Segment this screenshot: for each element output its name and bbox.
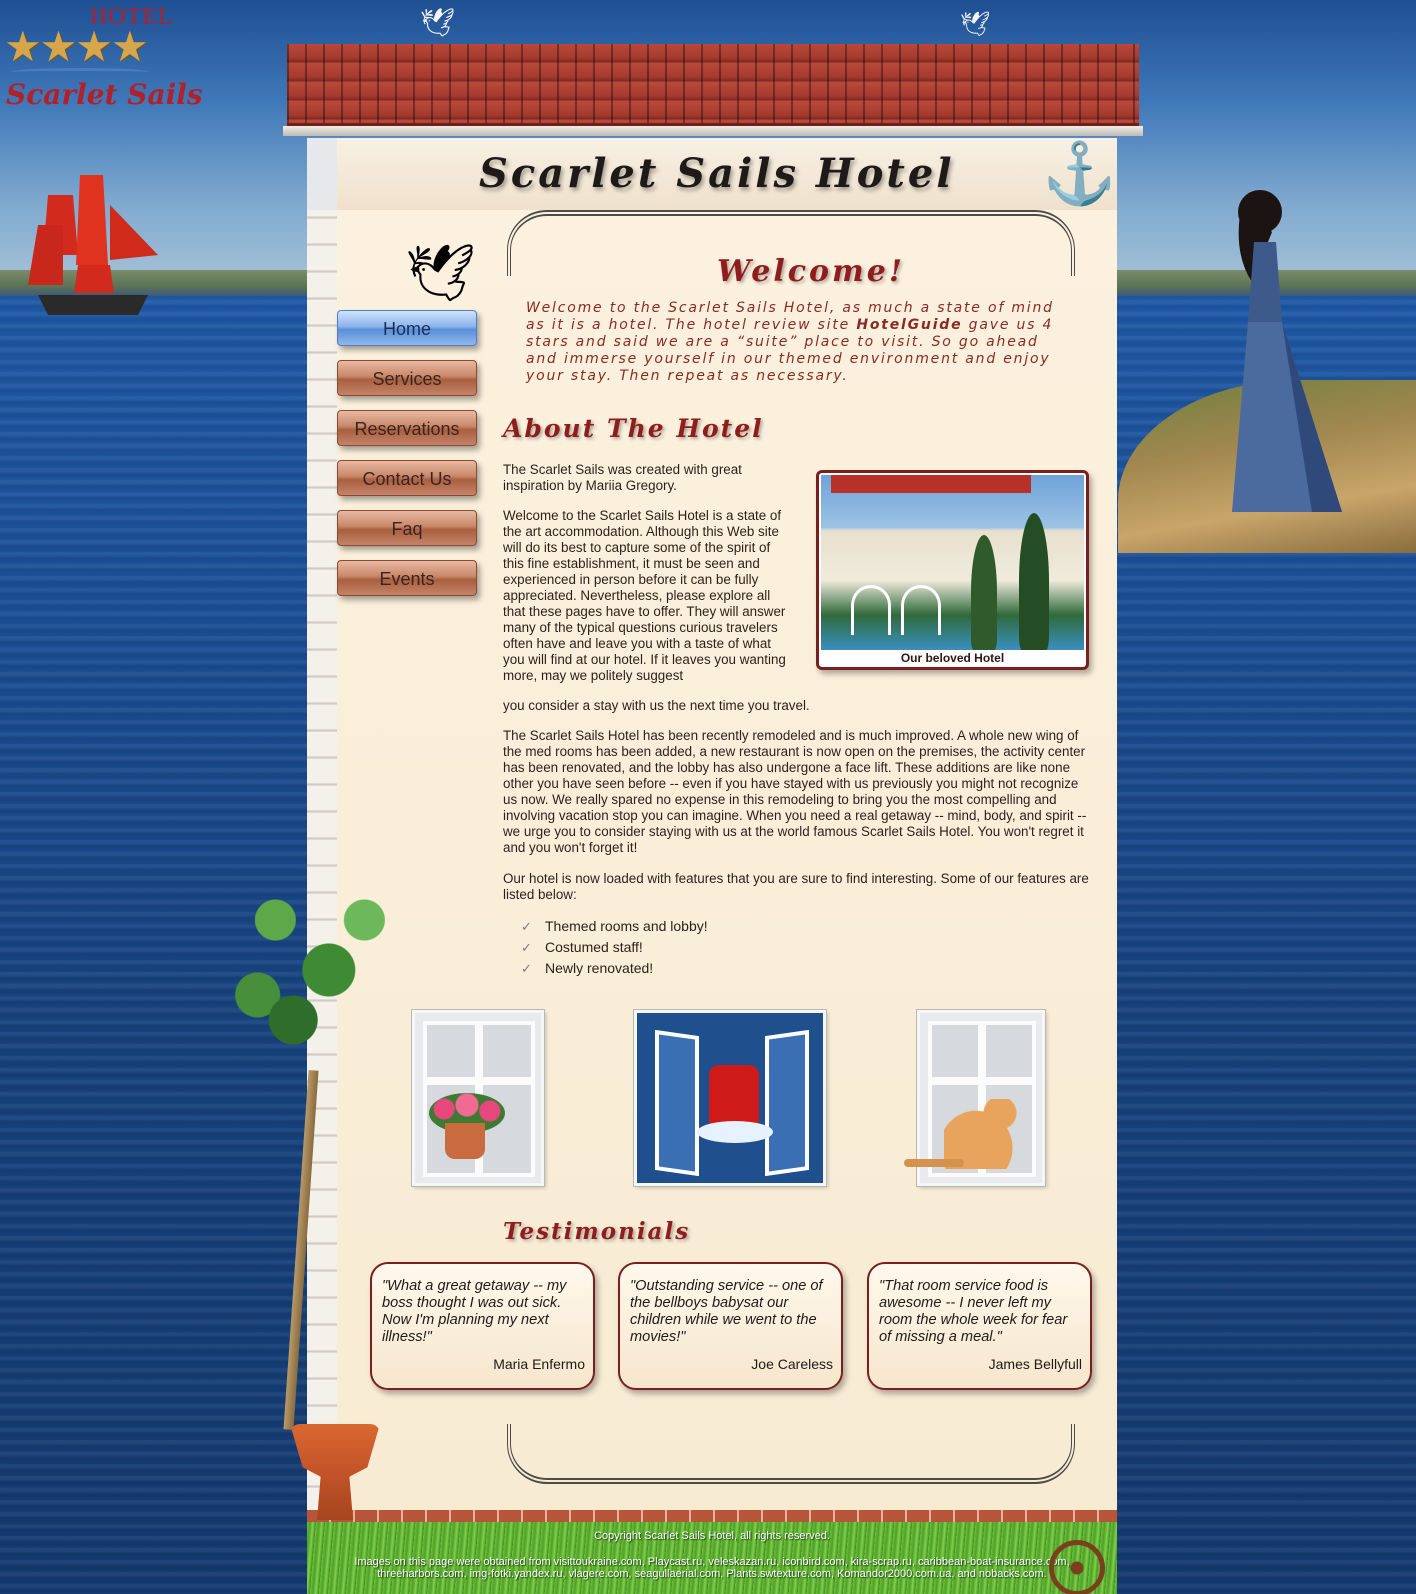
features-list: ✓ Themed rooms and lobby! ✓ Costumed staff… [521, 916, 708, 979]
testimonial-quote: "What a great getaway -- my boss thought… [382, 1278, 567, 1345]
seagull-icon: 🕊 [960, 11, 991, 38]
check-icon: ✓ [521, 961, 532, 976]
welcome-heading: Welcome! [717, 254, 906, 289]
roof-eave [283, 126, 1143, 136]
siding-wall-top [307, 138, 337, 210]
red-sail-ship-icon [709, 1065, 759, 1125]
list-item: ✓ Themed rooms and lobby! [521, 916, 708, 937]
list-item: ✓ Costumed staff! [521, 937, 708, 958]
testimonial-card: "Outstanding service -- one of the bellb… [618, 1262, 843, 1390]
nav-reservations[interactable]: Reservations [337, 410, 477, 446]
roof-tiles [287, 44, 1139, 126]
feature-label: Themed rooms and lobby! [545, 918, 708, 934]
logo-name: Scarlet Sails [6, 78, 203, 111]
about-heading: About The Hotel [503, 414, 764, 443]
about-paragraph-3: The Scarlet Sails Hotel has been recentl… [503, 728, 1087, 855]
main-nav: Home Services Reservations Contact Us Fa… [337, 310, 479, 610]
ship-wheel-icon [1049, 1540, 1105, 1594]
about-paragraph-4: Our hotel is now loaded with features th… [503, 871, 1089, 902]
nav-contact-us[interactable]: Contact Us [337, 460, 477, 496]
testimonial-card: "What a great getaway -- my boss thought… [370, 1262, 595, 1390]
header-band: Scarlet Sails Hotel ⚓ [337, 138, 1117, 210]
woman-on-cliff-image [1232, 190, 1342, 512]
check-icon: ✓ [521, 940, 532, 955]
nav-home[interactable]: Home [337, 310, 477, 346]
about-paragraph-2: Welcome to the Scarlet Sails Hotel is a … [503, 508, 786, 683]
cat-tail [904, 1159, 964, 1167]
testimonials-heading: Testimonials [503, 1218, 691, 1245]
testimonial-author: Maria Enfermo [493, 1356, 585, 1372]
wave-splash [697, 1121, 773, 1143]
logo-wave [10, 68, 150, 76]
about-paragraph-1: The Scarlet Sails was created with great… [503, 462, 742, 493]
about-paragraph-2-tail: you consider a stay with us the next tim… [503, 698, 810, 713]
seagull-icon: 🕊 [420, 7, 456, 38]
hotel-photo [821, 475, 1084, 650]
window-ship [634, 1010, 826, 1186]
site-title: Scarlet Sails Hotel [479, 150, 955, 197]
hotel-logo[interactable]: HOTEL ★★★★ Scarlet Sails [0, 0, 214, 130]
hotel-photo-frame: Our beloved Hotel [816, 470, 1089, 670]
welcome-text: Welcome to the Scarlet Sails Hotel, as m… [526, 300, 1071, 385]
image-credits: Images on this page were obtained from v… [354, 1556, 1070, 1580]
rope-frame-bottom [507, 1424, 1075, 1484]
testimonial-author: Joe Careless [751, 1356, 833, 1372]
seagull-icon: 🕊 [405, 241, 477, 304]
nav-services[interactable]: Services [337, 360, 477, 396]
hotel-building: Scarlet Sails Hotel ⚓ 🕊 Home Services Re… [307, 138, 1117, 1594]
testimonial-quote: "Outstanding service -- one of the bellb… [630, 1278, 823, 1345]
testimonial-quote: "That room service food is awesome -- I … [879, 1278, 1068, 1345]
logo-stars: ★★★★ [4, 23, 149, 70]
nav-events[interactable]: Events [337, 560, 477, 596]
hotelguide-name: HotelGuide [856, 317, 963, 333]
photo-caption: Our beloved Hotel [900, 651, 1005, 665]
window-cat [904, 1010, 1045, 1186]
feature-label: Newly renovated! [545, 960, 654, 976]
siding-wall [307, 138, 337, 1510]
window-flowers [412, 1010, 544, 1186]
brick-border [307, 1510, 1117, 1522]
copyright-text: Copyright Scarlet Sails Hotel, all right… [594, 1530, 830, 1542]
check-icon: ✓ [521, 919, 532, 934]
anchor-icon: ⚓ [1042, 140, 1117, 207]
feature-label: Costumed staff! [545, 939, 643, 955]
testimonial-author: James Bellyfull [988, 1356, 1082, 1372]
nav-faq[interactable]: Faq [337, 510, 477, 546]
sailing-ship-image [28, 175, 158, 315]
roof [283, 44, 1143, 138]
list-item: ✓ Newly renovated! [521, 958, 708, 979]
flowerpot-icon [445, 1123, 485, 1159]
testimonial-card: "That room service food is awesome -- I … [867, 1262, 1092, 1390]
